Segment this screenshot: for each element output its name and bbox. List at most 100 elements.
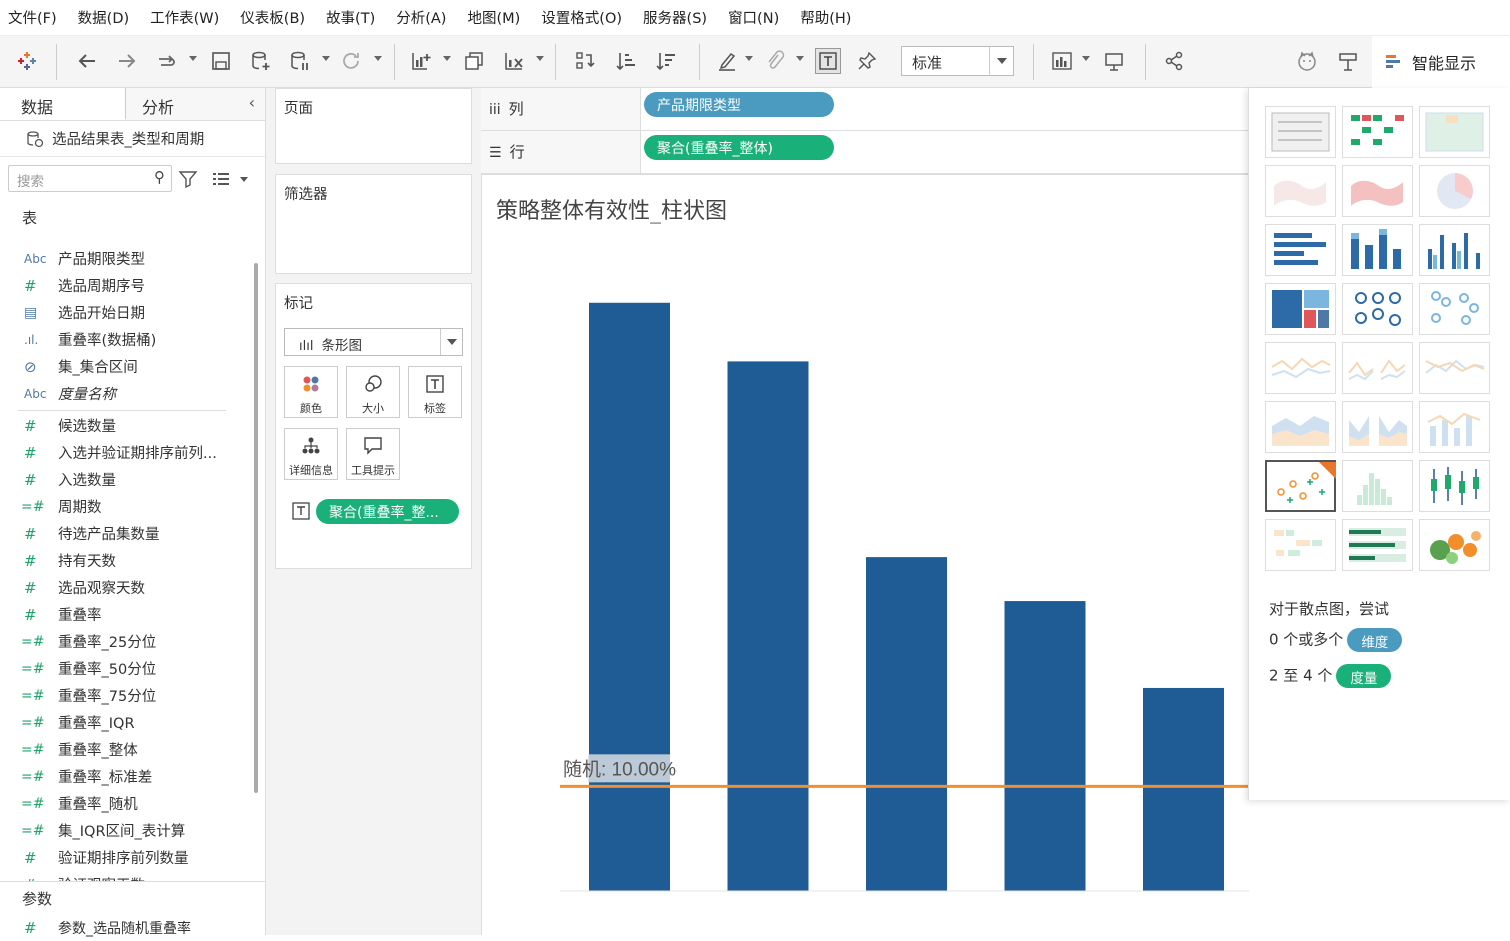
- share-icon[interactable]: [1161, 48, 1187, 74]
- show-me-gantt-tile[interactable]: [1265, 519, 1336, 571]
- show-me-button[interactable]: 智能显示: [1372, 36, 1510, 88]
- rows-pill[interactable]: 聚合(重叠率_整体): [644, 135, 834, 160]
- back-icon[interactable]: [74, 48, 100, 74]
- columns-pill[interactable]: 产品期限类型: [644, 92, 834, 117]
- show-me-dual-combination-tile[interactable]: [1419, 401, 1490, 453]
- refresh-icon[interactable]: [338, 48, 364, 74]
- show-me-histogram-tile[interactable]: [1342, 460, 1413, 512]
- field-item[interactable]: #验证观察天数: [0, 871, 256, 882]
- tooltip-button[interactable]: 工具提示: [346, 428, 400, 480]
- size-button[interactable]: 大小: [346, 366, 400, 418]
- field-item[interactable]: # 选品观察天数: [0, 574, 256, 601]
- field-item[interactable]: # 验证期排序前列数量: [0, 844, 256, 871]
- rows-shelf[interactable]: ☰ 行 聚合(重叠率_整体): [481, 131, 1248, 174]
- show-cards-icon[interactable]: [1049, 48, 1075, 74]
- menu-item[interactable]: 地图(M): [467, 7, 520, 28]
- menu-item[interactable]: 分析(A): [396, 7, 446, 28]
- menu-item[interactable]: 文件(F): [8, 7, 57, 28]
- field-item[interactable]: # 候选数量: [0, 412, 256, 439]
- field-item[interactable]: =# 重叠率_整体: [0, 736, 256, 763]
- field-item[interactable]: # 入选数量: [0, 466, 256, 493]
- field-item[interactable]: =# 集_IQR区间_表计算: [0, 817, 256, 844]
- chart-view[interactable]: 策略整体有效性_柱状图 随机: 10.00%: [481, 174, 1249, 935]
- search-input[interactable]: 搜索 ⚲: [8, 165, 172, 192]
- filters-card[interactable]: 筛选器: [275, 174, 472, 274]
- field-item[interactable]: =# 重叠率_IQR: [0, 709, 256, 736]
- label-icon[interactable]: [815, 48, 841, 74]
- highlight-icon[interactable]: [714, 48, 740, 74]
- show-me-bullet-tile[interactable]: [1342, 519, 1413, 571]
- show-me-text-table-tile[interactable]: [1265, 106, 1336, 158]
- columns-shelf[interactable]: iii 列 产品期限类型: [481, 88, 1248, 131]
- new-worksheet-icon[interactable]: [408, 48, 434, 74]
- field-item[interactable]: =# 重叠率_随机: [0, 790, 256, 817]
- mark-type-select[interactable]: ılıl 条形图: [284, 328, 463, 356]
- show-me-side-by-side-circles-tile[interactable]: [1419, 283, 1490, 335]
- menu-item[interactable]: 数据(D): [78, 7, 129, 28]
- field-item[interactable]: =# 重叠率_标准差: [0, 763, 256, 790]
- tab-analysis[interactable]: 分析 ‹: [126, 88, 265, 120]
- show-me-line-continuous-tile[interactable]: [1265, 342, 1336, 394]
- show-me-pie-tile[interactable]: [1419, 165, 1490, 217]
- field-item[interactable]: # 待选产品集数量: [0, 520, 256, 547]
- field-item[interactable]: # 选品周期序号: [0, 272, 256, 299]
- pause-datasource-icon[interactable]: [287, 48, 313, 74]
- field-item[interactable]: .ıl. 重叠率(数据桶): [0, 326, 256, 353]
- duplicate-icon[interactable]: [461, 48, 487, 74]
- show-me-packed-bubbles-tile[interactable]: [1419, 519, 1490, 571]
- menu-item[interactable]: 设置格式(O): [541, 7, 622, 28]
- field-item[interactable]: Abc 产品期限类型: [0, 245, 256, 272]
- replay-icon[interactable]: [153, 48, 179, 74]
- filter-icon[interactable]: [178, 169, 198, 189]
- show-me-scatter-plot-tile[interactable]: [1265, 460, 1338, 512]
- menu-item[interactable]: 工作表(W): [150, 7, 219, 28]
- field-item[interactable]: =# 重叠率_50分位: [0, 655, 256, 682]
- field-item[interactable]: =# 重叠率_25分位: [0, 628, 256, 655]
- ask-data-icon[interactable]: [1335, 48, 1361, 74]
- field-item[interactable]: ▤ 选品开始日期: [0, 299, 256, 326]
- show-me-stacked-bars-tile[interactable]: [1342, 224, 1413, 276]
- show-me-heat-map-tile[interactable]: [1342, 106, 1413, 158]
- show-me-circle-views-tile[interactable]: [1342, 283, 1413, 335]
- new-datasource-icon[interactable]: [248, 48, 274, 74]
- show-me-horizontal-bars-tile[interactable]: [1265, 224, 1336, 276]
- menu-item[interactable]: 服务器(S): [643, 7, 707, 28]
- presentation-icon[interactable]: [1101, 48, 1127, 74]
- color-button[interactable]: 颜色: [284, 366, 338, 418]
- menu-item[interactable]: 故事(T): [326, 7, 375, 28]
- show-me-area-discrete-tile[interactable]: [1342, 401, 1413, 453]
- detail-button[interactable]: 详细信息: [284, 428, 338, 480]
- scrollbar[interactable]: [254, 263, 258, 793]
- group-icon[interactable]: [762, 48, 788, 74]
- field-item[interactable]: Abc 度量名称: [0, 380, 256, 407]
- fit-select[interactable]: 标准: [901, 46, 1014, 76]
- collapse-icon[interactable]: ‹: [249, 93, 255, 112]
- field-item[interactable]: =# 重叠率_75分位: [0, 682, 256, 709]
- show-me-area-continuous-tile[interactable]: [1265, 401, 1336, 453]
- menu-item[interactable]: 仪表板(B): [240, 7, 305, 28]
- field-item[interactable]: =# 周期数: [0, 493, 256, 520]
- pin-icon[interactable]: [854, 48, 880, 74]
- list-view-icon[interactable]: [211, 169, 231, 189]
- label-pill[interactable]: 聚合(重叠率_整...: [316, 499, 459, 524]
- show-me-highlight-table-tile[interactable]: [1419, 106, 1490, 158]
- save-icon[interactable]: [208, 48, 234, 74]
- tab-data[interactable]: 数据: [0, 88, 126, 120]
- param-field[interactable]: # 参数_选品随机重叠率: [0, 914, 266, 941]
- list-dropdown-icon[interactable]: [240, 177, 248, 182]
- field-item[interactable]: # 重叠率: [0, 601, 256, 628]
- clear-icon[interactable]: [501, 48, 527, 74]
- sort-asc-icon[interactable]: [613, 48, 639, 74]
- tableau-logo-icon[interactable]: [14, 48, 40, 74]
- datasource-item[interactable]: 选品结果表_类型和周期: [0, 121, 265, 157]
- menu-item[interactable]: 窗口(N): [728, 7, 779, 28]
- forward-icon[interactable]: [114, 48, 140, 74]
- menu-item[interactable]: 帮助(H): [800, 7, 851, 28]
- show-me-side-by-side-bars-tile[interactable]: [1419, 224, 1490, 276]
- swap-icon[interactable]: [572, 48, 598, 74]
- pages-card[interactable]: 页面: [275, 88, 472, 164]
- field-item[interactable]: # 入选并验证期排序前列...: [0, 439, 256, 466]
- show-me-dual-lines-tile[interactable]: [1419, 342, 1490, 394]
- show-me-box-whisker-tile[interactable]: [1419, 460, 1490, 512]
- show-me-line-discrete-tile[interactable]: [1342, 342, 1413, 394]
